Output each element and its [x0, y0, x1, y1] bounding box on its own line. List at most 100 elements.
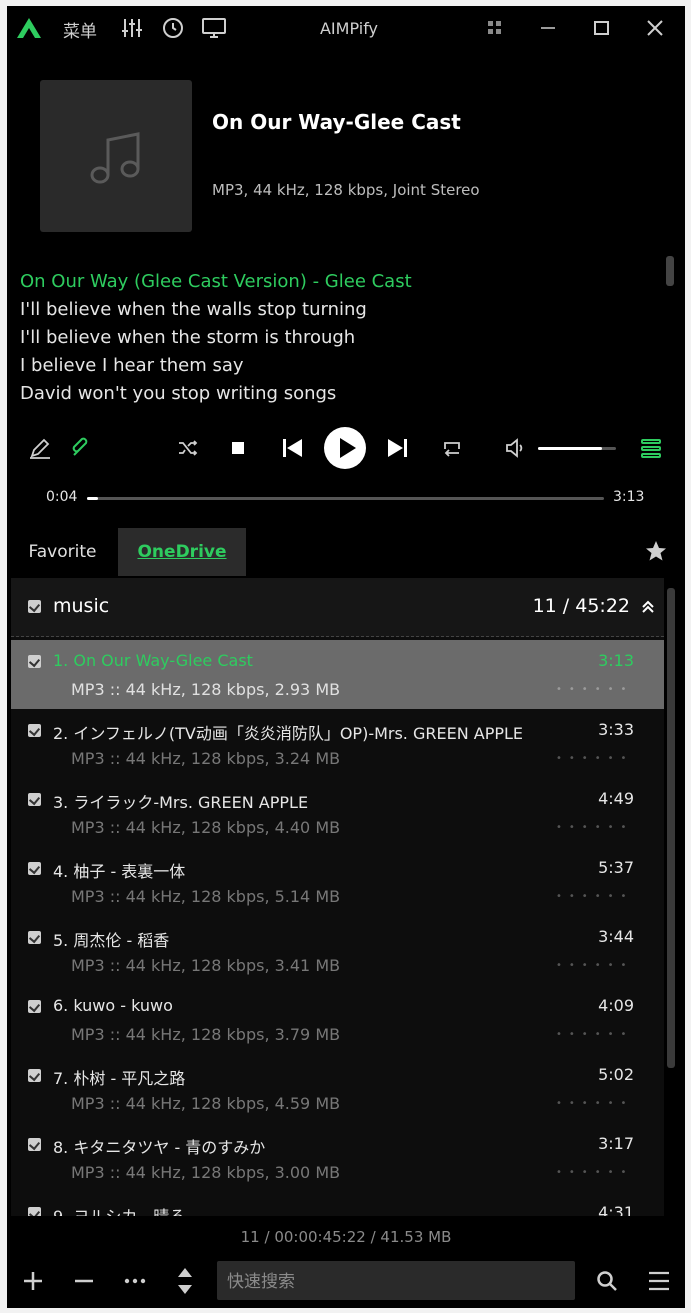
track-checkbox[interactable] — [28, 931, 41, 944]
clock-icon[interactable] — [161, 16, 185, 40]
track-row-duration: 4:09 — [598, 996, 634, 1015]
group-name: music — [53, 595, 110, 617]
volume-icon[interactable] — [505, 437, 527, 459]
track-row[interactable]: 6. kuwo - kuwo 4:09 MP3 :: 44 kHz, 128 k… — [11, 985, 664, 1054]
music-note-icon — [90, 132, 140, 184]
track-checkbox[interactable] — [28, 862, 41, 875]
album-art[interactable] — [40, 80, 192, 232]
play-button[interactable] — [323, 426, 367, 470]
search-icon[interactable] — [596, 1270, 618, 1292]
track-row-title: 2. インフェルノ(TV动画「炎炎消防队」OP)-Mrs. GREEN APPL… — [53, 724, 524, 743]
app-title: AIMPify — [319, 19, 379, 38]
sort-icon[interactable] — [176, 1266, 194, 1296]
track-row-title: 4. 柚子 - 表裏一体 — [53, 862, 186, 881]
track-checkbox[interactable] — [28, 1207, 41, 1216]
playlist-scrollbar[interactable] — [667, 588, 675, 1068]
lyric-line: I'll believe when the walls stop turning — [20, 299, 367, 320]
track-meta: MP3, 44 kHz, 128 kbps, Joint Stereo — [212, 181, 480, 199]
track-row-duration: 3:44 — [598, 927, 634, 946]
title-bar: 菜单 AIMPify — [7, 6, 685, 50]
track-row-title: 8. キタニタツヤ - 青のすみか — [53, 1138, 266, 1157]
track-checkbox[interactable] — [28, 1069, 41, 1082]
tab-onedrive[interactable]: OneDrive — [118, 528, 246, 576]
menu-button[interactable]: 菜单 — [63, 17, 97, 42]
monitor-icon[interactable] — [201, 16, 227, 40]
track-row[interactable]: 4. 柚子 - 表裏一体 5:37 MP3 :: 44 kHz, 128 kbp… — [11, 847, 664, 916]
app-logo-icon[interactable] — [16, 17, 42, 39]
close-icon[interactable] — [641, 14, 669, 42]
track-row-duration: 4:49 — [598, 789, 634, 808]
track-title: On Our Way-Glee Cast — [212, 110, 461, 134]
lyric-line: David won't you stop writing songs — [20, 383, 337, 404]
tab-favorite[interactable]: Favorite — [7, 528, 118, 576]
group-count: 11 / 45:22 — [532, 595, 630, 617]
total-time: 3:13 — [613, 489, 645, 505]
track-row-meta: MP3 :: 44 kHz, 128 kbps, 3.24 MB — [71, 749, 341, 768]
track-row[interactable]: 1. On Our Way-Glee Cast 3:13 MP3 :: 44 k… — [11, 640, 664, 709]
track-row[interactable]: 9. ヨルシカ - 晴る 4:31 — [11, 1192, 664, 1216]
more-icon[interactable] — [123, 1270, 147, 1292]
edit-tags-icon[interactable] — [28, 436, 54, 460]
playlist-toggle-icon[interactable] — [640, 437, 662, 459]
track-checkbox[interactable] — [28, 655, 41, 668]
rating-dots[interactable]: •••••• — [556, 1029, 633, 1040]
track-row[interactable]: 2. インフェルノ(TV动画「炎炎消防队」OP)-Mrs. GREEN APPL… — [11, 709, 664, 778]
link-icon[interactable] — [69, 436, 93, 460]
current-time: 0:04 — [46, 489, 78, 505]
player-window: 菜单 AIMPify On Our Way-Glee Cast MP3, 44 … — [7, 6, 685, 1308]
track-row-meta: MP3 :: 44 kHz, 128 kbps, 4.59 MB — [71, 1094, 341, 1113]
track-row[interactable]: 5. 周杰伦 - 稻香 3:44 MP3 :: 44 kHz, 128 kbps… — [11, 916, 664, 985]
rating-dots[interactable]: •••••• — [556, 1098, 633, 1109]
track-row-duration: 4:31 — [598, 1203, 634, 1216]
rating-dots[interactable]: •••••• — [556, 1167, 633, 1178]
add-icon[interactable] — [22, 1270, 44, 1292]
maximize-icon[interactable] — [587, 14, 615, 42]
track-row-meta: MP3 :: 44 kHz, 128 kbps, 2.93 MB — [71, 680, 341, 699]
track-row-duration: 5:37 — [598, 858, 634, 877]
collapse-icon[interactable] — [642, 600, 654, 614]
track-checkbox[interactable] — [28, 793, 41, 806]
repeat-icon[interactable] — [441, 437, 463, 459]
shuffle-icon[interactable] — [177, 437, 199, 459]
track-row-duration: 3:13 — [598, 651, 634, 670]
track-row-meta: MP3 :: 44 kHz, 128 kbps, 3.00 MB — [71, 1163, 341, 1182]
track-row-title: 5. 周杰伦 - 稻香 — [53, 931, 170, 950]
lyrics-scrollbar[interactable] — [666, 256, 674, 286]
track-row-duration: 3:17 — [598, 1134, 634, 1153]
group-checkbox[interactable] — [28, 600, 41, 613]
track-row-meta: MP3 :: 44 kHz, 128 kbps, 4.40 MB — [71, 818, 341, 837]
track-row-meta: MP3 :: 44 kHz, 128 kbps, 3.41 MB — [71, 956, 341, 975]
volume-slider[interactable] — [538, 447, 616, 450]
track-checkbox[interactable] — [28, 1000, 41, 1013]
rating-dots[interactable]: •••••• — [556, 753, 633, 764]
playlist-summary: 11 / 00:00:45:22 / 41.53 MB — [240, 1228, 452, 1246]
track-row-meta: MP3 :: 44 kHz, 128 kbps, 3.79 MB — [71, 1025, 341, 1044]
rating-dots[interactable]: •••••• — [556, 960, 633, 971]
track-checkbox[interactable] — [28, 724, 41, 737]
track-row[interactable]: 7. 朴树 - 平凡之路 5:02 MP3 :: 44 kHz, 128 kbp… — [11, 1054, 664, 1123]
grid-icon[interactable] — [481, 14, 509, 42]
volume-level — [538, 447, 602, 450]
next-icon[interactable] — [386, 438, 408, 458]
search-input[interactable] — [217, 1261, 569, 1302]
lyric-line: I'll believe when the storm is through — [20, 327, 356, 348]
rating-dots[interactable]: •••••• — [556, 891, 633, 902]
track-row-duration: 5:02 — [598, 1065, 634, 1084]
track-row[interactable]: 8. キタニタツヤ - 青のすみか 3:17 MP3 :: 44 kHz, 12… — [11, 1123, 664, 1192]
remove-icon[interactable] — [73, 1270, 95, 1292]
track-row-meta: MP3 :: 44 kHz, 128 kbps, 5.14 MB — [71, 887, 341, 906]
stop-icon[interactable] — [231, 441, 245, 455]
star-icon[interactable] — [645, 540, 667, 562]
seek-bar[interactable] — [87, 497, 604, 500]
playlist-group-header[interactable]: music 11 / 45:22 — [11, 578, 664, 637]
track-row[interactable]: 3. ライラック-Mrs. GREEN APPLE 4:49 MP3 :: 44… — [11, 778, 664, 847]
rating-dots[interactable]: •••••• — [556, 684, 633, 695]
minimize-icon[interactable] — [534, 14, 562, 42]
track-row-duration: 3:33 — [598, 720, 634, 739]
rating-dots[interactable]: •••••• — [556, 822, 633, 833]
track-checkbox[interactable] — [28, 1138, 41, 1151]
hamburger-menu-icon[interactable] — [647, 1270, 671, 1292]
track-row-title: 3. ライラック-Mrs. GREEN APPLE — [53, 793, 309, 812]
previous-icon[interactable] — [282, 438, 304, 458]
equalizer-icon[interactable] — [120, 16, 144, 40]
